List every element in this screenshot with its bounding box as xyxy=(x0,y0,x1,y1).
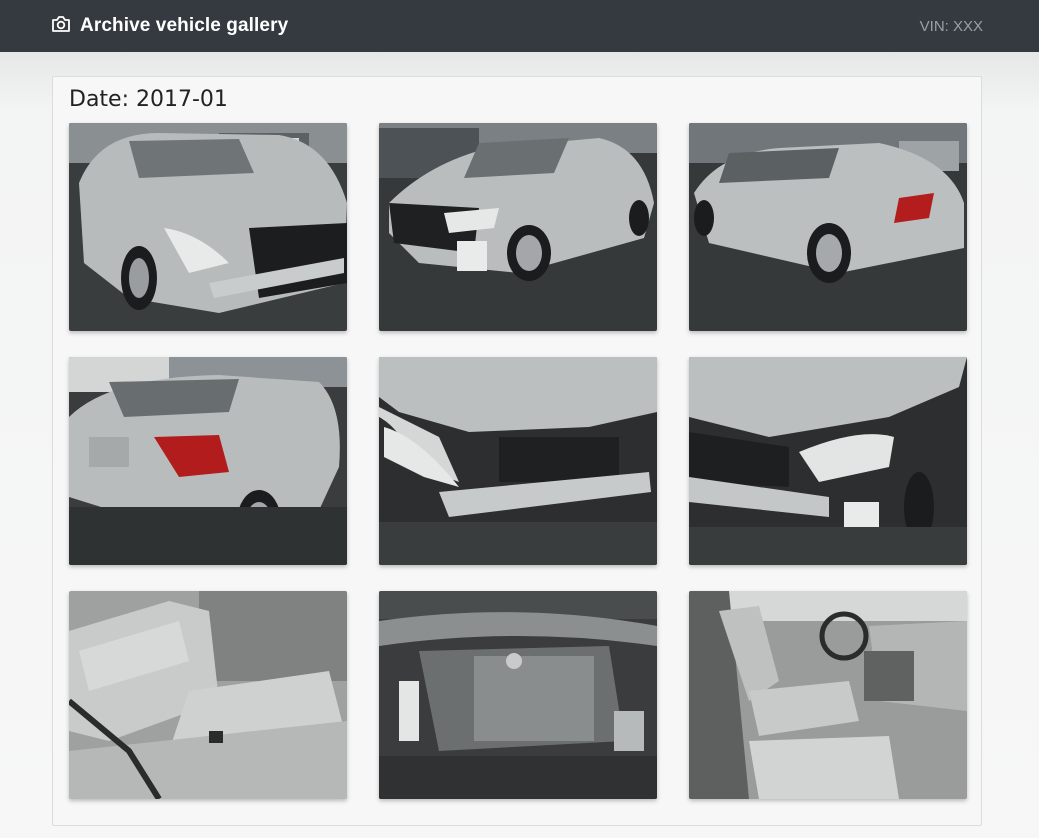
app-title: Archive vehicle gallery xyxy=(80,15,289,36)
vin-label: VIN: XXX xyxy=(919,17,983,35)
photo-rear-seats[interactable] xyxy=(69,591,347,799)
gallery-card: Date: 2017-01 xyxy=(52,76,982,826)
photo-front-left-damaged[interactable] xyxy=(69,123,347,331)
photo-engine-bay[interactable] xyxy=(379,591,657,799)
photo-rear-right[interactable] xyxy=(689,123,967,331)
gallery-date-title: Date: 2017-01 xyxy=(69,87,228,112)
camera-icon xyxy=(51,15,71,38)
photo-front-interior[interactable] xyxy=(689,591,967,799)
top-navbar: Archive vehicle gallery VIN: XXX xyxy=(0,0,1039,52)
brand-link[interactable]: Archive vehicle gallery xyxy=(51,15,288,38)
photo-front-damage-closeup-left[interactable] xyxy=(379,357,657,565)
photo-front-right-damaged[interactable] xyxy=(379,123,657,331)
photo-front-damage-closeup-right[interactable] xyxy=(689,357,967,565)
photo-rear-left[interactable] xyxy=(69,357,347,565)
